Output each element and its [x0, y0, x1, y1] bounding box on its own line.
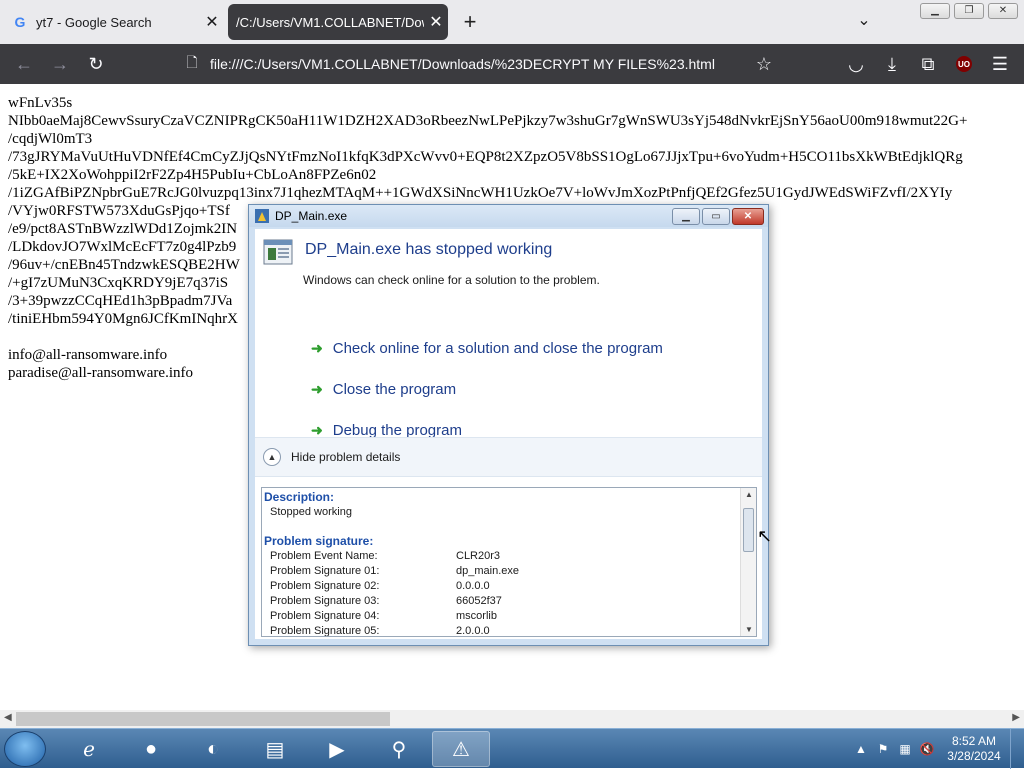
scroll-down-icon[interactable]: ▼	[741, 625, 756, 634]
dialog-heading: DP_Main.exe has stopped working	[305, 241, 553, 258]
signature-row: Problem Event Name: CLR20r3	[270, 550, 501, 562]
mouse-cursor-icon: ↖	[757, 526, 773, 546]
scrollbar-thumb[interactable]	[16, 712, 390, 726]
taskbar: ℯ ● ◐ ▤ ▶ ⚲ ⚠ ▲ ⚑ ▦ 🔇 8:52 AM 3/28/2024	[0, 728, 1024, 769]
dialog-minimize-button[interactable]: ▁	[672, 207, 700, 225]
toolbar-icons: ◡ ⤓ ⧉ UO ☰	[838, 48, 1018, 80]
network-icon[interactable]: ▦	[896, 742, 914, 756]
scroll-right-icon[interactable]: ▶	[1012, 712, 1020, 723]
new-tab-icon[interactable]: +	[458, 8, 482, 36]
close-program-action[interactable]: ➜ Close the program	[311, 376, 456, 402]
media-player-icon[interactable]: ▶	[308, 731, 366, 767]
clock-date: 3/28/2024	[947, 749, 1001, 763]
show-desktop-button[interactable]	[1010, 729, 1024, 769]
reload-icon[interactable]: ↻	[78, 48, 114, 80]
tab-close-icon[interactable]: ✕	[200, 12, 224, 32]
action-center-flag-icon[interactable]: ⚑	[874, 742, 892, 756]
green-arrow-icon: ➜	[311, 339, 323, 356]
signature-row: Problem Signature 01: dp_main.exe	[270, 565, 519, 577]
signature-row: Problem Signature 04: mscorlib	[270, 610, 497, 622]
hamburger-menu-icon[interactable]: ☰	[982, 48, 1018, 80]
bookmark-star-icon[interactable]: ☆	[750, 54, 778, 75]
dp-main-taskbar-icon[interactable]: ⚠	[432, 731, 490, 767]
firefox-icon[interactable]: ●	[122, 731, 180, 767]
back-arrow-icon[interactable]: ←	[6, 48, 42, 80]
system-tray: ▲ ⚑ ▦ 🔇 8:52 AM 3/28/2024	[850, 729, 1024, 769]
download-icon[interactable]: ⤓	[874, 48, 910, 80]
signature-label: Problem signature:	[264, 534, 374, 548]
check-online-action[interactable]: ➜ Check online for a solution and close …	[311, 335, 663, 361]
maximize-button[interactable]: ❐	[954, 3, 984, 19]
navigation-bar: ← → ↻ 🗋 file:///C:/Users/VM1.COLLABNET/D…	[0, 44, 1024, 84]
ublock-origin-icon[interactable]: UO	[946, 48, 982, 80]
tab-label: /C:/Users/VM1.COLLABNET/Downl	[236, 14, 424, 30]
file-explorer-icon[interactable]: ▤	[246, 731, 304, 767]
tab-close-icon[interactable]: ✕	[424, 12, 448, 32]
list-tabs-chevron-icon[interactable]: ⌄	[852, 10, 876, 34]
green-arrow-icon: ➜	[311, 421, 323, 438]
volume-muted-icon[interactable]: 🔇	[918, 742, 936, 756]
google-favicon-icon: G	[14, 14, 26, 30]
details-scroll-thumb[interactable]	[743, 508, 754, 552]
chevron-up-icon: ▲	[263, 448, 281, 466]
details-toggle-label: Hide problem details	[291, 450, 401, 464]
url-text[interactable]: file:///C:/Users/VM1.COLLABNET/Downloads…	[206, 56, 750, 72]
file-icon: 🗋	[186, 54, 198, 70]
horizontal-scrollbar[interactable]: ◀ ▶	[0, 710, 1024, 728]
problem-details-box[interactable]: Description: Stopped working Problem sig…	[261, 487, 757, 637]
dialog-body: DP_Main.exe has stopped working Windows …	[255, 229, 762, 639]
tab-google-search[interactable]: G yt7 - Google Search ✕	[0, 4, 224, 40]
window-controls: ▁ ❐ ✕	[920, 3, 1018, 19]
dialog-close-button[interactable]: ✕	[732, 207, 764, 225]
program-window-icon	[263, 239, 293, 265]
dialog-subtitle: Windows can check online for a solution …	[303, 273, 600, 287]
dialog-maximize-button[interactable]: ▭	[702, 207, 730, 225]
address-bar[interactable]: 🗋 file:///C:/Users/VM1.COLLABNET/Downloa…	[178, 48, 778, 80]
app-icon[interactable]: ◐	[184, 731, 242, 767]
tab-decrypt-file[interactable]: /C:/Users/VM1.COLLABNET/Downl ✕	[228, 4, 448, 40]
tab-label: yt7 - Google Search	[36, 14, 152, 30]
dialog-title-bar[interactable]: DP_Main.exe ▁ ▭ ✕	[249, 205, 768, 227]
scroll-left-icon[interactable]: ◀	[4, 712, 12, 723]
dialog-title: DP_Main.exe	[275, 209, 348, 223]
signature-row: Problem Signature 03: 66052f37	[270, 595, 502, 607]
scroll-up-icon[interactable]: ▲	[741, 490, 756, 499]
search-magnifier-icon[interactable]: ⚲	[370, 731, 428, 767]
internet-explorer-icon[interactable]: ℯ	[60, 731, 118, 767]
details-scrollbar[interactable]: ▲ ▼	[740, 488, 756, 636]
signature-row: Problem Signature 02: 0.0.0.0	[270, 580, 490, 592]
pocket-icon[interactable]: ◡	[838, 48, 874, 80]
clock-time: 8:52 AM	[951, 734, 997, 748]
description-label: Description:	[264, 490, 335, 504]
description-value: Stopped working	[270, 506, 352, 518]
browser-tab-bar: G yt7 - Google Search ✕ /C:/Users/VM1.CO…	[0, 0, 1024, 44]
hide-details-toggle[interactable]: ▲ Hide problem details	[255, 437, 762, 477]
close-window-button[interactable]: ✕	[988, 3, 1018, 19]
app-warning-icon	[255, 209, 269, 223]
tray-expand-icon[interactable]: ▲	[852, 742, 870, 756]
start-button[interactable]	[4, 731, 46, 767]
clock[interactable]: 8:52 AM 3/28/2024	[938, 734, 1010, 764]
signature-row: Problem Signature 05: 2.0.0.0	[270, 625, 490, 637]
extensions-icon[interactable]: ⧉	[910, 48, 946, 80]
minimize-button[interactable]: ▁	[920, 3, 950, 19]
error-dialog: DP_Main.exe ▁ ▭ ✕ DP_Main.exe has stoppe…	[248, 204, 769, 646]
green-arrow-icon: ➜	[311, 380, 323, 397]
forward-arrow-icon[interactable]: →	[42, 48, 78, 80]
